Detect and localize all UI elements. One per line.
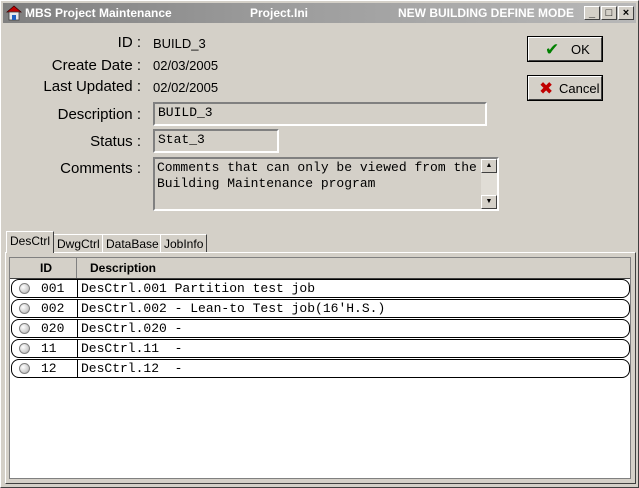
row-divider [77, 320, 78, 337]
last-updated-value: 02/02/2005 [153, 80, 219, 95]
comments-scrollbar[interactable]: ▲ ▼ [481, 159, 497, 209]
row-radio[interactable] [19, 303, 30, 314]
description-field[interactable]: BUILD_3 [153, 102, 487, 126]
tab-desctrl[interactable]: DesCtrl [6, 231, 55, 253]
window-file: Project.Ini [250, 6, 309, 20]
table-row[interactable]: 020 DesCtrl.020 - [11, 319, 630, 338]
row-description: DesCtrl.12 - [81, 361, 183, 376]
title-bar[interactable]: MBS Project Maintenance Project.Ini NEW … [3, 3, 636, 23]
id-label: ID : [117, 34, 141, 51]
row-description: DesCtrl.020 - [81, 321, 183, 336]
row-radio[interactable] [19, 363, 30, 374]
comments-label: Comments : [60, 160, 141, 177]
row-description: DesCtrl.11 - [81, 341, 183, 356]
ok-button[interactable]: ✔ OK [527, 36, 603, 62]
header-id[interactable]: ID [40, 261, 52, 275]
create-date-label: Create Date : [51, 57, 141, 74]
tab-dwgctrl[interactable]: DwgCtrl [53, 234, 104, 252]
tab-jobinfo[interactable]: JobInfo [160, 234, 208, 252]
table-row[interactable]: 002 DesCtrl.002 - Lean-to Test job(16'H.… [11, 299, 630, 318]
checkmark-icon: ✔ [545, 40, 560, 59]
row-divider [77, 360, 78, 377]
table-row[interactable]: 11 DesCtrl.11 - [11, 339, 630, 358]
app-building-icon [6, 5, 22, 21]
row-id: 020 [41, 321, 65, 336]
cancel-x-icon: ✖ [539, 79, 554, 98]
comments-field[interactable]: Comments that can only be viewed from th… [153, 157, 499, 211]
row-id: 12 [41, 361, 57, 376]
status-label: Status : [90, 133, 141, 150]
scroll-down-icon[interactable]: ▼ [481, 195, 497, 209]
scroll-up-icon[interactable]: ▲ [481, 159, 497, 173]
cancel-button[interactable]: ✖ Cancel [527, 75, 603, 101]
window-mode: NEW BUILDING DEFINE MODE [398, 6, 574, 20]
description-label: Description : [57, 106, 141, 123]
grid-header: ID Description [10, 258, 630, 279]
close-button[interactable]: × [618, 6, 634, 20]
ok-label: OK [571, 42, 590, 57]
row-description: DesCtrl.001 Partition test job [81, 281, 316, 296]
header-divider [76, 258, 77, 278]
last-updated-label: Last Updated : [43, 78, 141, 95]
comments-text[interactable]: Comments that can only be viewed from th… [157, 160, 479, 192]
create-date-value: 02/03/2005 [153, 58, 219, 73]
row-divider [77, 300, 78, 317]
row-id: 002 [41, 301, 65, 316]
row-divider [77, 340, 78, 357]
tab-database[interactable]: DataBase [102, 234, 163, 252]
row-id: 11 [41, 341, 57, 356]
row-radio[interactable] [19, 323, 30, 334]
cancel-label: Cancel [559, 81, 600, 96]
row-radio[interactable] [19, 343, 30, 354]
header-description[interactable]: Description [90, 261, 156, 275]
desctrl-grid[interactable]: ID Description 001 DesCtrl.001 Partition… [9, 257, 631, 479]
row-description: DesCtrl.002 - Lean-to Test job(16'H.S.) [81, 301, 386, 316]
table-row[interactable]: 001 DesCtrl.001 Partition test job [11, 279, 630, 298]
row-id: 001 [41, 281, 65, 296]
row-divider [77, 280, 78, 297]
status-field[interactable]: Stat_3 [153, 129, 279, 153]
main-window: MBS Project Maintenance Project.Ini NEW … [0, 0, 639, 488]
id-value: BUILD_3 [153, 36, 206, 51]
maximize-button[interactable]: □ [601, 6, 617, 20]
window-title: MBS Project Maintenance [25, 6, 172, 20]
table-row[interactable]: 12 DesCtrl.12 - [11, 359, 630, 378]
minimize-button[interactable]: _ [584, 6, 600, 20]
row-radio[interactable] [19, 283, 30, 294]
